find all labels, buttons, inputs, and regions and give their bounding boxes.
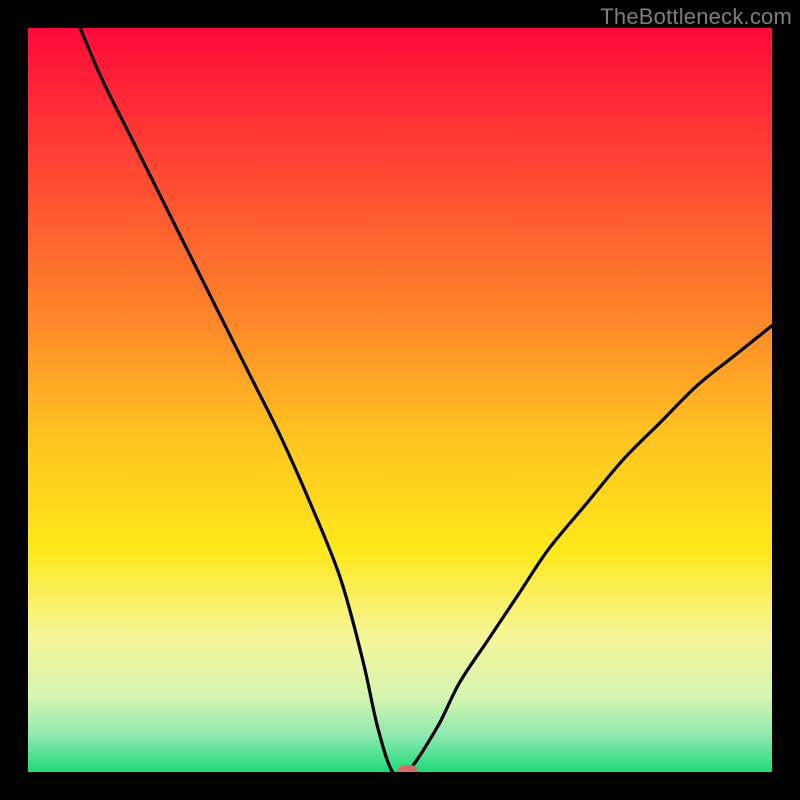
- chart-svg: [28, 28, 772, 772]
- chart-background: [28, 28, 772, 772]
- chart-frame: TheBottleneck.com: [0, 0, 800, 800]
- bottleneck-chart: [28, 28, 772, 772]
- watermark-text: TheBottleneck.com: [600, 4, 792, 30]
